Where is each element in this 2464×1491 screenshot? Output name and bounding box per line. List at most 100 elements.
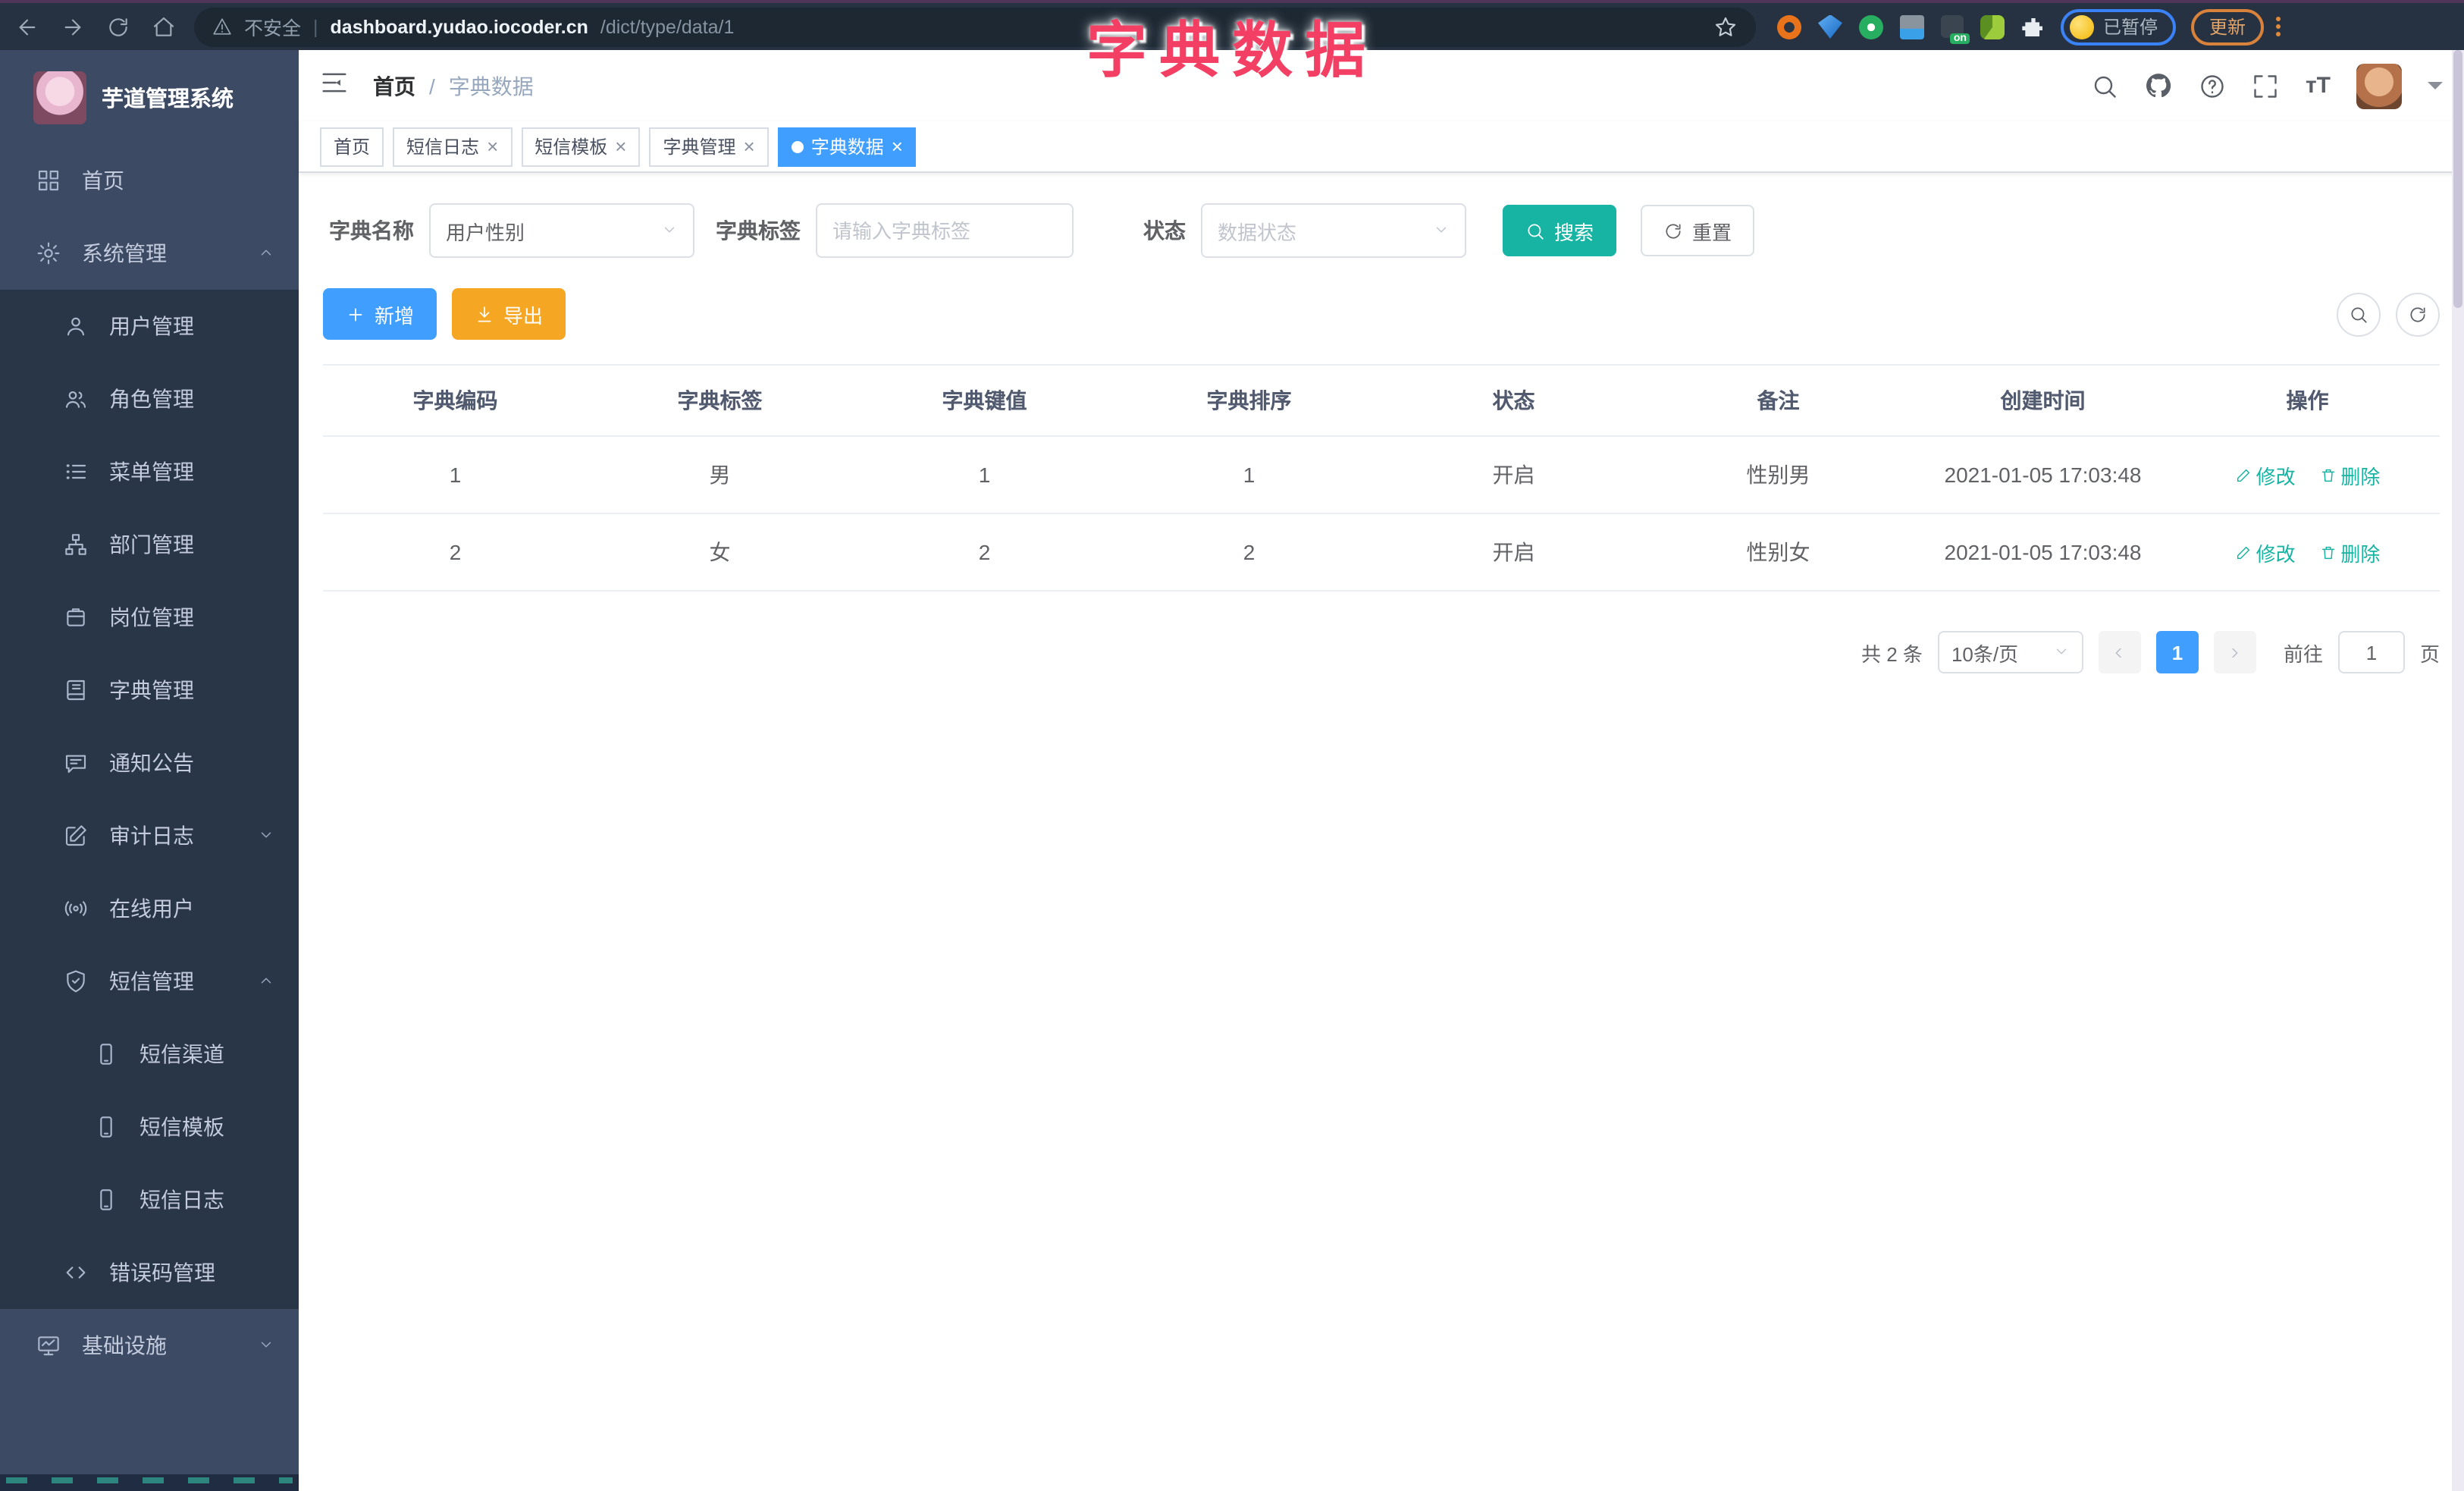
sidebar-item-errorcode-management[interactable]: 错误码管理 [0, 1236, 299, 1309]
toggle-search-button[interactable] [2337, 292, 2381, 336]
add-button[interactable]: 新增 [323, 288, 437, 340]
logo[interactable]: 芋道管理系统 [0, 50, 299, 144]
extensions-puzzle-icon[interactable] [2021, 14, 2045, 39]
delete-button[interactable]: 删除 [2319, 460, 2380, 489]
sidebar-item-sms-template[interactable]: 短信模板 [0, 1091, 299, 1163]
sidebar-item-label: 在线用户 [109, 896, 194, 921]
search-button[interactable]: 搜索 [1503, 205, 1617, 256]
close-icon[interactable]: × [892, 135, 903, 158]
tag-sms-template[interactable]: 短信模板 × [521, 127, 641, 166]
code-icon [64, 1260, 88, 1285]
col-status: 状态 [1381, 364, 1646, 437]
chevron-down-icon [2053, 641, 2070, 664]
status-select[interactable]: 数据状态 [1201, 203, 1466, 258]
avatar-caret-icon[interactable] [2428, 82, 2443, 97]
close-icon[interactable]: × [487, 135, 498, 158]
extension-icon-grey-gem[interactable] [1900, 14, 1924, 39]
chrome-update-button[interactable]: 更新 [2191, 8, 2265, 45]
tag-dict-management[interactable]: 字典管理 × [649, 127, 769, 166]
extension-icon-blue-gem[interactable] [1818, 14, 1842, 39]
back-icon[interactable] [15, 14, 39, 39]
delete-button[interactable]: 删除 [2319, 538, 2380, 567]
sidebar-item-role-management[interactable]: 角色管理 [0, 363, 299, 435]
filter-form: 字典名称 用户性别 字典标签 状态 数据状态 [323, 203, 2440, 258]
sidebar-item-audit-log[interactable]: 审计日志 [0, 799, 299, 872]
sidebar-item-menu-management[interactable]: 菜单管理 [0, 435, 299, 508]
sidebar-item-label: 角色管理 [109, 387, 194, 411]
online-icon [64, 896, 88, 921]
sidebar-item-sms-management[interactable]: 短信管理 [0, 945, 299, 1018]
sidebar-item-infrastructure[interactable]: 基础设施 [0, 1309, 299, 1382]
home-icon[interactable] [152, 14, 176, 39]
update-label: 更新 [2209, 17, 2246, 38]
tag-home[interactable]: 首页 [320, 127, 384, 166]
extension-icon-green-check[interactable] [1859, 14, 1883, 39]
page-number-button[interactable]: 1 [2155, 631, 2199, 673]
tags-bar: 首页 短信日志 × 短信模板 × 字典管理 × 字典数据 × [299, 121, 2464, 173]
sidebar-item-home[interactable]: 首页 [0, 144, 299, 217]
page-size-select[interactable]: 10条/页 [1937, 631, 2083, 673]
table-row: 2 女 2 2 开启 性别女 2021-01-05 17:03:48 修改 删除 [323, 513, 2440, 592]
reload-icon[interactable] [106, 14, 130, 39]
sidebar-item-label: 错误码管理 [109, 1260, 215, 1285]
sidebar-collapse-icon[interactable] [320, 67, 349, 104]
sidebar-item-sms-log[interactable]: 短信日志 [0, 1163, 299, 1236]
dict-name-label: 字典名称 [329, 218, 414, 243]
sidebar-item-dict-management[interactable]: 字典管理 [0, 654, 299, 727]
profile-emoji-icon [2070, 14, 2094, 39]
col-actions: 操作 [2175, 364, 2440, 437]
logo-title: 芋道管理系统 [102, 87, 234, 111]
chevron-up-icon [258, 969, 274, 993]
col-dict-sort: 字典排序 [1117, 364, 1381, 437]
window-scrollbar[interactable] [2452, 50, 2464, 1491]
sidebar-item-online-users[interactable]: 在线用户 [0, 872, 299, 945]
github-icon[interactable] [2145, 71, 2174, 100]
tag-dict-data[interactable]: 字典数据 × [777, 127, 917, 166]
sidebar-item-post-management[interactable]: 岗位管理 [0, 581, 299, 654]
sidebar-item-user-management[interactable]: 用户管理 [0, 290, 299, 363]
url-bar[interactable]: 不安全 | dashboard.yudao.iocoder.cn/dict/ty… [194, 7, 1756, 46]
avatar[interactable] [2356, 63, 2402, 108]
edit-button[interactable]: 修改 [2235, 538, 2296, 567]
prev-page-button[interactable] [2098, 631, 2141, 673]
forward-icon[interactable] [61, 14, 85, 39]
phone-icon [94, 1042, 118, 1066]
sidebar-item-label: 短信渠道 [140, 1042, 224, 1066]
phone-icon [94, 1188, 118, 1212]
refresh-table-button[interactable] [2396, 292, 2440, 336]
dict-name-select[interactable]: 用户性别 [429, 203, 694, 258]
font-size-icon[interactable]: тT [2306, 73, 2331, 99]
breadcrumb: 首页 / 字典数据 [373, 71, 534, 101]
bookmark-star-icon[interactable] [1713, 14, 1738, 39]
extension-icon-orange[interactable] [1777, 14, 1801, 39]
search-icon[interactable] [2092, 72, 2119, 99]
sidebar-item-department-management[interactable]: 部门管理 [0, 508, 299, 581]
dict-label-input[interactable] [832, 219, 1057, 242]
next-page-button[interactable] [2213, 631, 2256, 673]
extension-icon-green-leaf[interactable] [1980, 14, 2005, 39]
close-icon[interactable]: × [744, 135, 755, 158]
refresh-icon [1666, 223, 1681, 238]
page-suffix: 页 [2419, 642, 2440, 665]
sidebar-item-system-management[interactable]: 系统管理 [0, 217, 299, 290]
tag-sms-log[interactable]: 短信日志 × [393, 127, 513, 166]
export-button[interactable]: 导出 [452, 288, 566, 340]
sidebar-item-label: 短信模板 [140, 1115, 224, 1139]
chevron-down-icon [1433, 219, 1450, 242]
chrome-menu-icon[interactable] [2276, 17, 2281, 36]
profile-paused-chip[interactable]: 已暂停 [2061, 8, 2177, 45]
sidebar-item-notice[interactable]: 通知公告 [0, 727, 299, 799]
extension-icon-on-badge[interactable] [1941, 15, 1970, 44]
phone-icon [94, 1115, 118, 1139]
edit-button[interactable]: 修改 [2235, 460, 2296, 489]
help-icon[interactable] [2199, 72, 2227, 99]
sidebar-item-label: 系统管理 [82, 241, 167, 265]
fullscreen-icon[interactable] [2252, 72, 2280, 99]
sidebar-item-label: 菜单管理 [109, 460, 194, 484]
sidebar-item-sms-channel[interactable]: 短信渠道 [0, 1018, 299, 1091]
breadcrumb-home[interactable]: 首页 [373, 71, 415, 101]
close-icon[interactable]: × [615, 135, 626, 158]
goto-page-input[interactable] [2337, 631, 2405, 673]
status-text: 开启 [1381, 513, 1646, 592]
reset-button[interactable]: 重置 [1641, 205, 1755, 256]
